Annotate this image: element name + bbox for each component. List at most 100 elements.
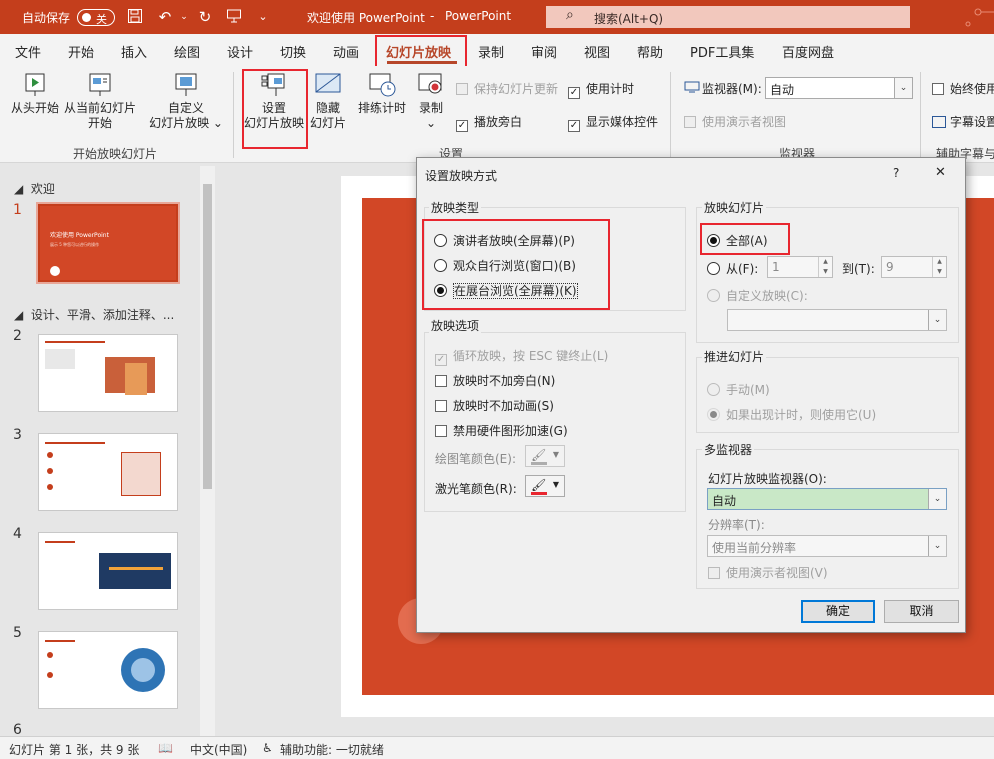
help-icon[interactable]: ? bbox=[893, 166, 899, 180]
chevron-down-icon: ⌄ bbox=[928, 536, 946, 556]
customize-toolbar-icon[interactable]: ⌄ bbox=[254, 8, 272, 26]
status-bar: 幻灯片 第 1 张，共 9 张 📖 中文(中国) ♿ 辅助功能: 一切就绪 bbox=[0, 736, 994, 759]
record-button[interactable]: 录制 ⌄ bbox=[412, 72, 450, 131]
use-presenter-view-label: 使用演示者视图 bbox=[702, 115, 787, 129]
show-media-controls-label: 显示媒体控件 bbox=[586, 115, 659, 129]
thumb-logo bbox=[50, 266, 60, 276]
thumbnails-scrollbar[interactable] bbox=[200, 166, 215, 736]
tab-transitions[interactable]: 切换 bbox=[280, 42, 306, 61]
use-timings-checkbox[interactable]: ✓ 使用计时 bbox=[568, 80, 634, 99]
from-current-label-2: 开始 bbox=[87, 116, 112, 130]
tab-record[interactable]: 录制 bbox=[478, 42, 504, 61]
show-without-animation-checkbox[interactable]: 放映时不加动画(S) bbox=[435, 397, 554, 414]
loop-continuously-checkbox[interactable]: ✓ 循环放映，按 ESC 键终止(L) bbox=[435, 347, 608, 366]
tab-help[interactable]: 帮助 bbox=[637, 42, 663, 61]
resolution-select[interactable]: 使用当前分辨率 ⌄ bbox=[707, 535, 947, 557]
tab-design[interactable]: 设计 bbox=[227, 42, 253, 61]
tab-file[interactable]: 文件 bbox=[15, 42, 41, 61]
tab-view[interactable]: 视图 bbox=[584, 42, 610, 61]
slide-thumbnails-panel: ◢ 欢迎 1 欢迎使用 PowerPoint 展示 5 种您可以进行的操作 ◢ … bbox=[0, 164, 216, 738]
language-status[interactable]: 中文(中国) bbox=[190, 741, 247, 758]
group-separator bbox=[233, 72, 234, 158]
save-icon[interactable] bbox=[126, 8, 144, 26]
multiple-monitors-title: 多监视器 bbox=[702, 441, 755, 458]
use-timings-radio[interactable]: 如果出现计时，则使用它(U) bbox=[707, 406, 876, 423]
section-header-welcome[interactable]: ◢ 欢迎 bbox=[14, 180, 55, 197]
undo-icon[interactable]: ↶ bbox=[156, 8, 174, 26]
tab-draw[interactable]: 绘图 bbox=[174, 42, 200, 61]
slide-number: 1 bbox=[13, 202, 22, 218]
presentation-icon[interactable] bbox=[225, 8, 243, 26]
custom-show-select[interactable]: ⌄ bbox=[727, 309, 947, 331]
manually-radio[interactable]: 手动(M) bbox=[707, 381, 770, 398]
section-header-design[interactable]: ◢ 设计、平滑、添加注释、... bbox=[14, 306, 174, 323]
slideshow-monitor-select[interactable]: 自动 ⌄ bbox=[707, 488, 947, 510]
slide-thumbnail-4[interactable] bbox=[38, 532, 178, 610]
use-presenter-view-checkbox[interactable]: 使用演示者视图 bbox=[684, 113, 786, 130]
custom-show-label: 自定义放映(C): bbox=[726, 289, 808, 303]
to-slide-value: 9 bbox=[886, 260, 894, 274]
slide-thumbnail-5[interactable] bbox=[38, 631, 178, 709]
loop-continuously-label: 循环放映，按 ESC 键终止(L) bbox=[453, 349, 609, 363]
from-current-label-1: 从当前幻灯片 bbox=[63, 101, 136, 115]
close-icon[interactable]: ✕ bbox=[935, 165, 946, 180]
paint-bucket-icon: 🖌 bbox=[531, 478, 547, 492]
subtitle-settings-button[interactable]: 字幕设置 bbox=[932, 113, 994, 130]
tab-insert[interactable]: 插入 bbox=[121, 42, 147, 61]
pen-color-button[interactable]: 🖌 ▼ bbox=[525, 445, 565, 467]
tab-home[interactable]: 开始 bbox=[68, 42, 94, 61]
tab-baidu-netdisk[interactable]: 百度网盘 bbox=[782, 42, 834, 61]
spinner-arrows-icon[interactable]: ▲ ▼ bbox=[932, 257, 946, 277]
keep-slides-updated-checkbox[interactable]: 保持幻灯片更新 bbox=[456, 80, 558, 97]
from-current-button[interactable]: 从当前幻灯片 开始 bbox=[62, 72, 138, 131]
disable-hw-acceleration-checkbox[interactable]: 禁用硬件图形加速(G) bbox=[435, 422, 568, 439]
disable-hw-acceleration-label: 禁用硬件图形加速(G) bbox=[453, 424, 568, 438]
from-slide-value: 1 bbox=[772, 260, 780, 274]
to-slide-spinner[interactable]: 9 ▲ ▼ bbox=[881, 256, 947, 278]
spinner-arrows-icon[interactable]: ▲ ▼ bbox=[818, 257, 832, 277]
laser-color-button[interactable]: 🖌 ▼ bbox=[525, 475, 565, 497]
rehearse-timings-label: 排练计时 bbox=[357, 101, 406, 115]
record-dropdown-icon[interactable]: ⌄ bbox=[412, 116, 450, 131]
from-slide-spinner[interactable]: 1 ▲ ▼ bbox=[767, 256, 833, 278]
accessibility-icon[interactable]: ♿ bbox=[262, 741, 273, 755]
from-beginning-button[interactable]: 从头开始 bbox=[8, 72, 62, 116]
redo-icon[interactable]: ↻ bbox=[196, 8, 214, 26]
slide-thumbnail-2[interactable] bbox=[38, 334, 178, 412]
decoration-icon bbox=[960, 6, 994, 30]
tab-animations[interactable]: 动画 bbox=[333, 42, 359, 61]
search-box[interactable]: ⌕ 搜索(Alt+Q) bbox=[546, 6, 910, 28]
show-without-narration-checkbox[interactable]: 放映时不加旁白(N) bbox=[435, 372, 555, 389]
monitor-select[interactable]: 自动 ⌄ bbox=[765, 77, 913, 99]
always-use-subtitles-label: 始终使用 bbox=[950, 82, 994, 96]
custom-show-radio[interactable]: 自定义放映(C): bbox=[707, 287, 808, 304]
from-slide-radio[interactable]: 从(F): bbox=[707, 260, 758, 277]
tab-pdf-tools[interactable]: PDF工具集 bbox=[690, 42, 754, 61]
use-timings-label: 使用计时 bbox=[586, 82, 635, 96]
play-narrations-checkbox[interactable]: ✓ 播放旁白 bbox=[456, 113, 522, 132]
ok-button[interactable]: 确定 bbox=[801, 600, 875, 623]
autosave-toggle[interactable]: 关 bbox=[77, 9, 115, 26]
to-slide-label: 到(T): bbox=[842, 262, 875, 276]
cancel-button[interactable]: 取消 bbox=[884, 600, 959, 623]
slide-thumbnail-1[interactable]: 欢迎使用 PowerPoint 展示 5 种您可以进行的操作 bbox=[36, 202, 180, 284]
always-use-subtitles-checkbox[interactable]: 始终使用 bbox=[932, 80, 994, 97]
hide-slide-button[interactable]: 隐藏 幻灯片 bbox=[308, 72, 348, 131]
hide-slide-icon bbox=[314, 72, 342, 98]
custom-slideshow-button[interactable]: 自定义 幻灯片放映 ⌄ bbox=[146, 72, 226, 131]
highlight-box-tab bbox=[375, 35, 467, 70]
slide-thumbnail-3[interactable] bbox=[38, 433, 178, 511]
spellcheck-icon[interactable]: 📖 bbox=[158, 741, 173, 755]
record-label: 录制 bbox=[418, 101, 443, 115]
show-media-controls-checkbox[interactable]: ✓ 显示媒体控件 bbox=[568, 113, 658, 132]
accessibility-status[interactable]: 辅助功能: 一切就绪 bbox=[280, 741, 384, 758]
rehearse-timings-icon bbox=[368, 72, 396, 98]
undo-dropdown-icon[interactable]: ⌄ bbox=[175, 8, 193, 26]
dialog-presenter-view-checkbox[interactable]: 使用演示者视图(V) bbox=[708, 564, 828, 581]
chevron-down-icon: ▼ bbox=[552, 480, 559, 489]
from-slide-label: 从(F): bbox=[726, 262, 759, 276]
scrollbar-thumb[interactable] bbox=[203, 184, 212, 489]
tab-review[interactable]: 审阅 bbox=[531, 42, 557, 61]
paint-bucket-icon: 🖌 bbox=[531, 448, 547, 462]
rehearse-timings-button[interactable]: 排练计时 bbox=[356, 72, 408, 116]
